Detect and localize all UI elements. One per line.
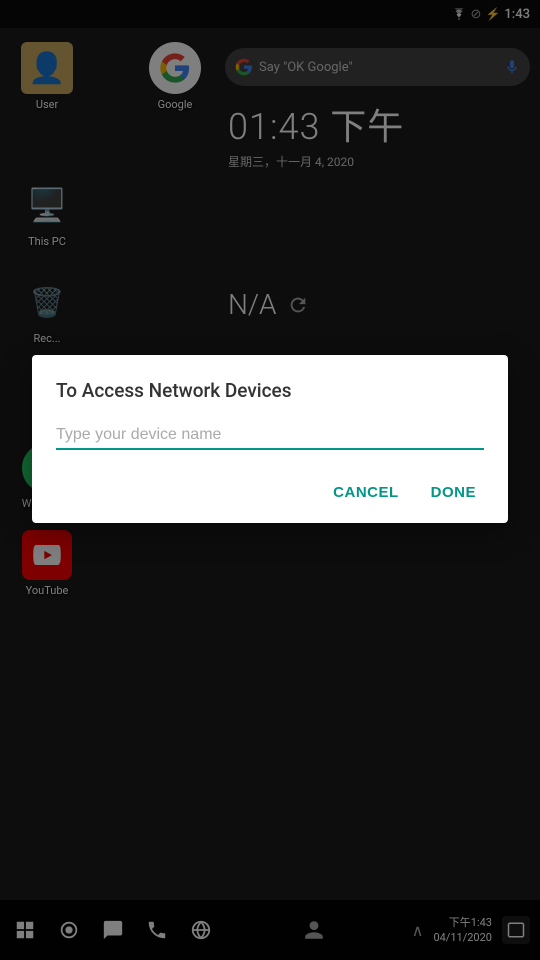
dialog-button-row: CANCEL DONE	[56, 478, 484, 507]
done-button[interactable]: DONE	[423, 478, 484, 507]
dialog-title: To Access Network Devices	[56, 379, 484, 402]
access-network-dialog: To Access Network Devices CANCEL DONE	[32, 355, 508, 523]
cancel-button[interactable]: CANCEL	[325, 478, 407, 507]
device-name-input[interactable]	[56, 422, 484, 450]
